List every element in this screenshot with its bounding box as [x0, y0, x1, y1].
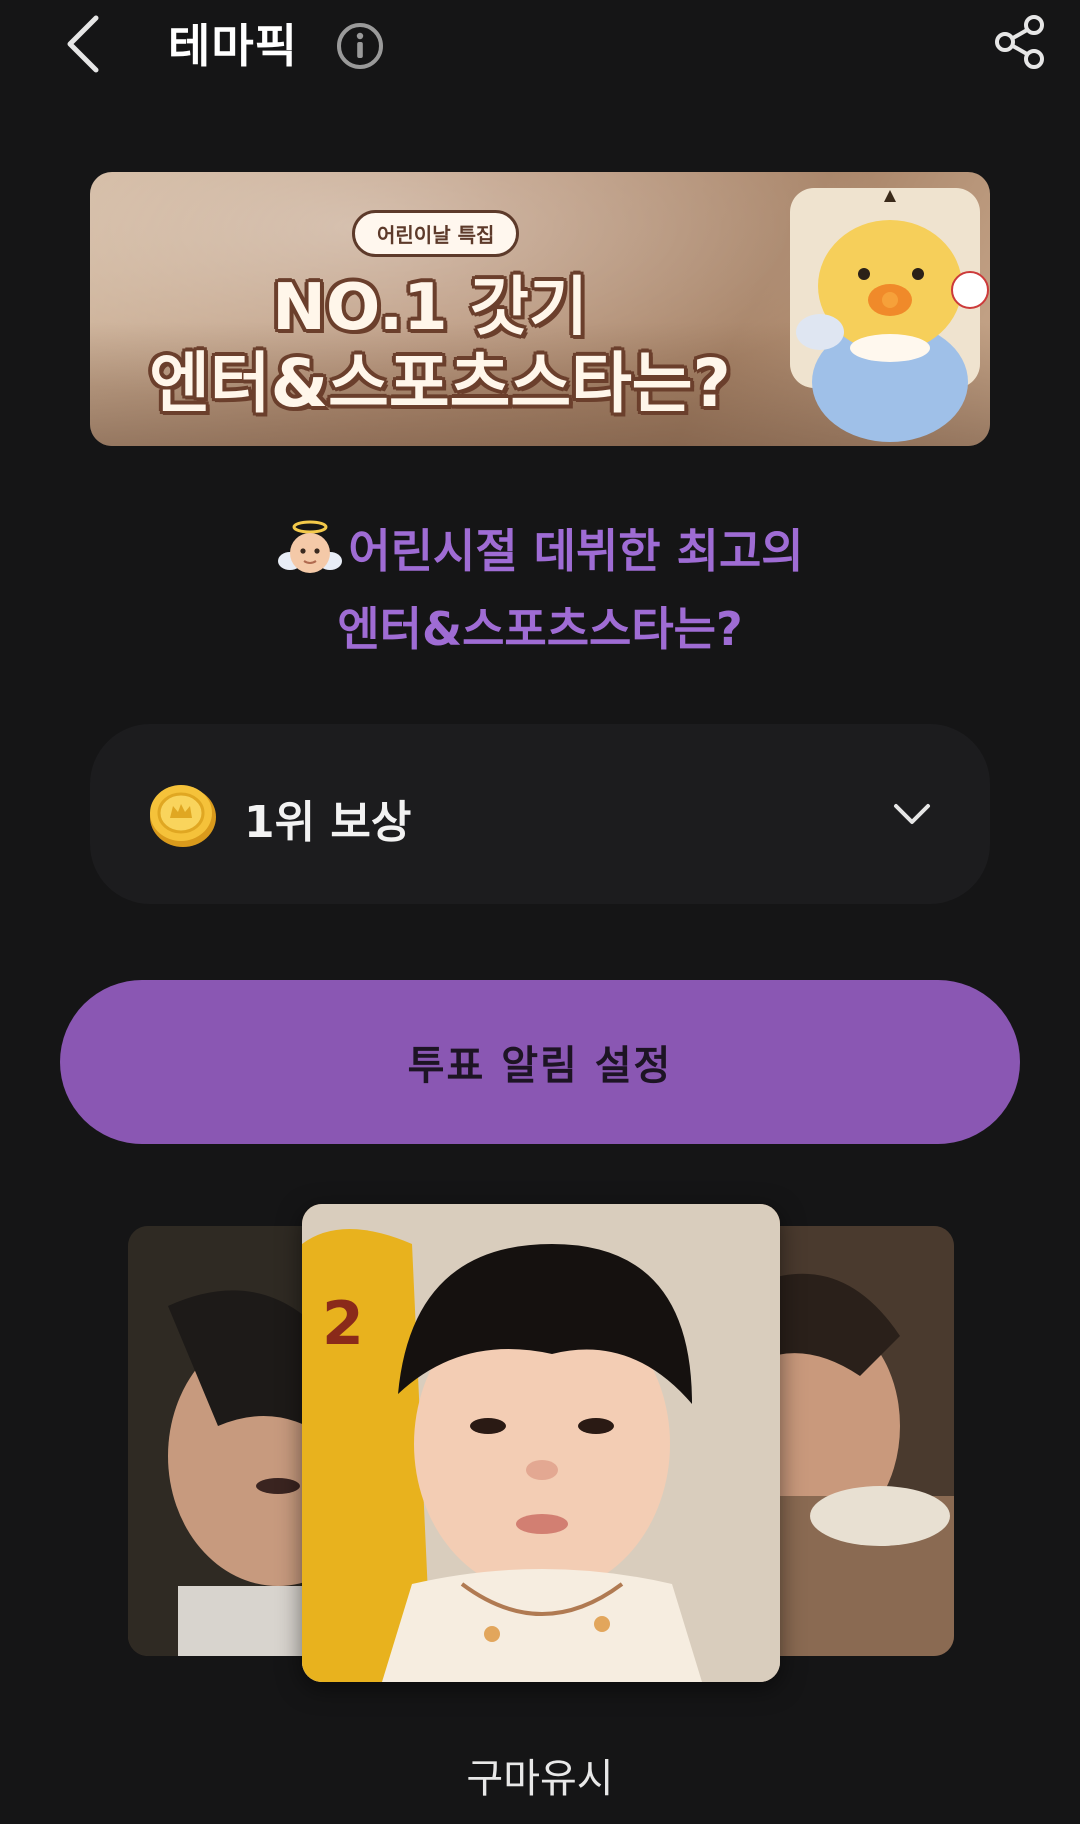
svg-text:2: 2: [322, 1289, 364, 1359]
vote-heading: 어린시절 데뷔한 최고의 엔터&스포츠스타는?: [0, 512, 1080, 668]
reward-label: 1위 보상: [244, 797, 412, 848]
child-photo-image: 2: [302, 1204, 780, 1682]
vote-notification-button[interactable]: 투표 알림 설정: [60, 980, 1020, 1144]
back-button[interactable]: [56, 6, 116, 78]
vote-heading-line1: 어린시절 데뷔한 최고의: [348, 524, 804, 578]
candidate-photo-previous[interactable]: [128, 1226, 328, 1656]
reward-dropdown[interactable]: 1위 보상: [90, 724, 990, 904]
candidate-name: 구마유시: [466, 1756, 614, 1802]
child-photo-image: [760, 1226, 954, 1656]
info-button[interactable]: [334, 20, 386, 72]
info-icon: [337, 23, 383, 69]
screen: 테마픽 어린이날 특집 NO.1 갓기 엔터&스포츠스타는? 어린시절 데뷔한 …: [0, 0, 1080, 1824]
app-header: 테마픽: [0, 0, 1080, 96]
banner-badge: 어린이날 특집: [352, 210, 520, 257]
vote-heading-line2: 엔터&스포츠스타는?: [337, 602, 743, 656]
vote-heading-line1-row: 어린시절 데뷔한 최고의: [0, 512, 1080, 590]
baby-angel-icon: [278, 520, 343, 573]
page-title: 테마픽: [168, 19, 298, 73]
share-icon: [995, 15, 1044, 69]
chevron-left-icon: [67, 15, 99, 73]
candidate-photo-next[interactable]: [760, 1226, 954, 1656]
coin-icon: [150, 785, 216, 847]
banner-title-line2: 엔터&스포츠스타는?: [149, 345, 731, 422]
duck-plush-image: [790, 188, 989, 442]
share-button[interactable]: [990, 12, 1050, 72]
candidate-photo-current[interactable]: 2: [302, 1204, 780, 1682]
event-banner[interactable]: 어린이날 특집 NO.1 갓기 엔터&스포츠스타는?: [90, 172, 990, 446]
child-photo-image: [128, 1226, 328, 1656]
candidate-carousel[interactable]: 2: [0, 1200, 1080, 1700]
vote-notification-label: 투표 알림 설정: [407, 1043, 673, 1089]
chevron-down-icon: [894, 804, 930, 824]
